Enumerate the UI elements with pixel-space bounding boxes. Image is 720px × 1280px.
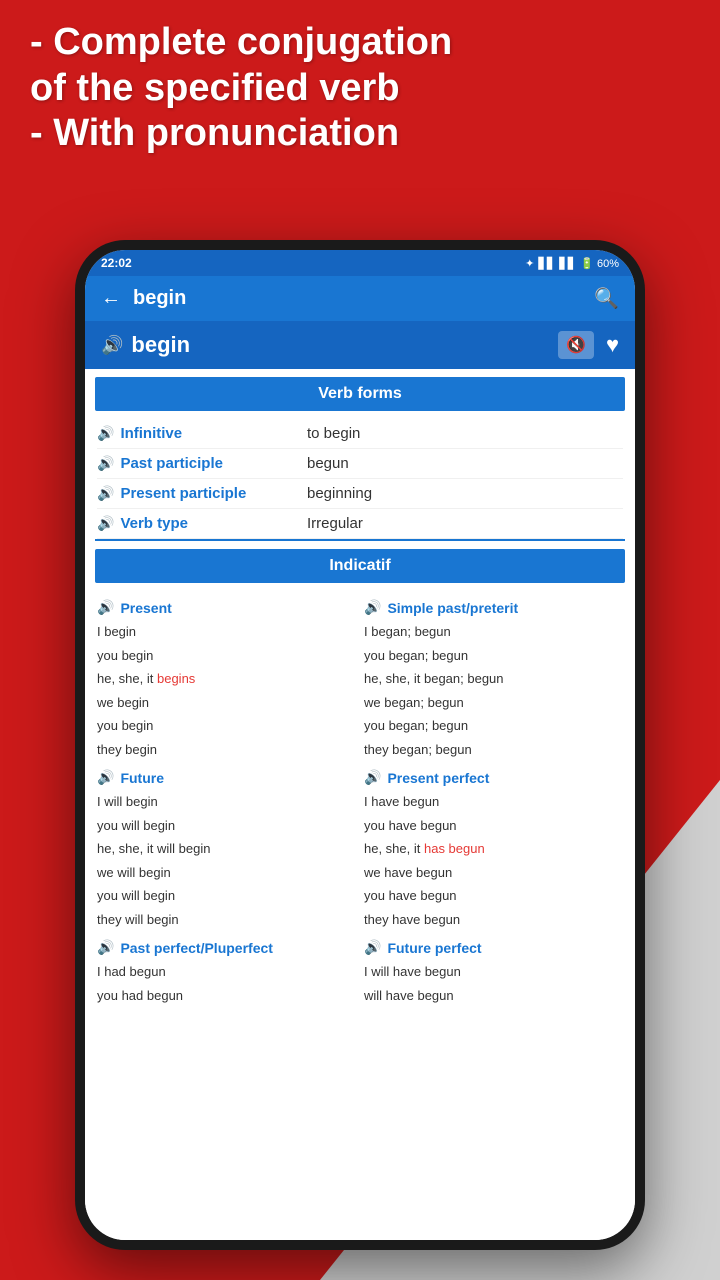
sound-present-icon[interactable]: 🔊 [97, 599, 114, 616]
sound-simplepast-icon[interactable]: 🔊 [364, 599, 381, 616]
verb-type-label: 🔊 Verb type [97, 515, 307, 532]
sound-icon[interactable]: 🔊 [101, 335, 123, 356]
presperf-3s: he, she, it has begun [364, 837, 623, 861]
pastperf-1s: I had begun [97, 960, 356, 984]
simplepast-2p: you began; begun [364, 714, 623, 738]
future-3s: he, she, it will begin [97, 837, 356, 861]
word-actions: 🔇 ♥ [558, 331, 619, 359]
phone-frame: 22:02 ✦ ▋▋ ▋▋ 🔋 60% ← begin 🔍 🔊 begin 🔇 … [75, 240, 645, 1250]
favorite-button[interactable]: ♥ [606, 332, 619, 358]
search-button[interactable]: 🔍 [594, 286, 619, 311]
promo-line2: of the specified verb [30, 66, 690, 112]
status-bar: 22:02 ✦ ▋▋ ▋▋ 🔋 60% [85, 250, 635, 276]
battery-icon: 🔋 60% [580, 257, 619, 270]
present-1p: we begin [97, 691, 356, 715]
presperf-2s: you have begun [364, 814, 623, 838]
presperf-2p: you have begun [364, 884, 623, 908]
future-perfect-col: 🔊 Future perfect I will have begun will … [360, 931, 627, 1007]
present-participle-value: beginning [307, 485, 372, 502]
presperf-1s: I have begun [364, 790, 623, 814]
past-participle-row: 🔊 Past participle begun [97, 449, 623, 479]
signal-icon: ▋▋ [538, 257, 555, 270]
present-col: 🔊 Present I begin you begin he, she, it … [93, 591, 360, 761]
present-3p: they begin [97, 738, 356, 762]
begins-highlight: begins [157, 671, 195, 686]
future-perfect-header: 🔊 Future perfect [364, 931, 623, 960]
future-2s: you will begin [97, 814, 356, 838]
sound-pastperf-icon[interactable]: 🔊 [97, 939, 114, 956]
status-icons: ✦ ▋▋ ▋▋ 🔋 60% [525, 257, 619, 270]
futperf-1s: I will have begun [364, 960, 623, 984]
past-participle-label: 🔊 Past participle [97, 455, 307, 472]
section-divider [95, 539, 625, 541]
sound-infinitive-icon[interactable]: 🔊 [97, 425, 114, 442]
present-2p: you begin [97, 714, 356, 738]
promo-line3: - With pronunciation [30, 111, 690, 157]
future-header: 🔊 Future [97, 761, 356, 790]
sound-futperf-icon[interactable]: 🔊 [364, 939, 381, 956]
present-2s: you begin [97, 644, 356, 668]
infinitive-value: to begin [307, 425, 360, 442]
past-perfect-col: 🔊 Past perfect/Pluperfect I had begun yo… [93, 931, 360, 1007]
pastperf-2s: you had begun [97, 984, 356, 1008]
present-header: 🔊 Present [97, 591, 356, 620]
past-perfect-header: 🔊 Past perfect/Pluperfect [97, 931, 356, 960]
signal2-icon: ▋▋ [559, 257, 576, 270]
mute-button[interactable]: 🔇 [558, 331, 594, 359]
presperf-3p: they have begun [364, 908, 623, 932]
sound-prp-icon[interactable]: 🔊 [97, 485, 114, 502]
future-1p: we will begin [97, 861, 356, 885]
futperf-2s: will have begun [364, 984, 623, 1008]
infinitive-label: 🔊 Infinitive [97, 425, 307, 442]
sound-future-icon[interactable]: 🔊 [97, 769, 114, 786]
word-title: begin [131, 332, 190, 358]
bluetooth-icon: ✦ [525, 257, 534, 270]
simplepast-1s: I began; begun [364, 620, 623, 644]
present-perfect-col: 🔊 Present perfect I have begun you have … [360, 761, 627, 931]
verb-type-value: Irregular [307, 515, 363, 532]
sound-vt-icon[interactable]: 🔊 [97, 515, 114, 532]
content-scroll[interactable]: Verb forms 🔊 Infinitive to begin 🔊 Past … [85, 369, 635, 1240]
promo-header: - Complete conjugation of the specified … [30, 20, 690, 157]
future-col: 🔊 Future I will begin you will begin he,… [93, 761, 360, 931]
future-1s: I will begin [97, 790, 356, 814]
present-3s: he, she, it begins [97, 667, 356, 691]
verb-forms-table: 🔊 Infinitive to begin 🔊 Past participle … [85, 419, 635, 539]
infinitive-row: 🔊 Infinitive to begin [97, 419, 623, 449]
conjugation-grid: 🔊 Present I begin you begin he, she, it … [85, 591, 635, 1007]
simplepast-3s: he, she, it began; begun [364, 667, 623, 691]
back-button[interactable]: ← [101, 287, 121, 310]
past-participle-value: begun [307, 455, 349, 472]
simplepast-1p: we began; begun [364, 691, 623, 715]
present-1s: I begin [97, 620, 356, 644]
simple-past-header: 🔊 Simple past/preterit [364, 591, 623, 620]
status-time: 22:02 [101, 256, 132, 270]
present-participle-label: 🔊 Present participle [97, 485, 307, 502]
has-begun-highlight: has begun [424, 841, 485, 856]
bottom-spacer [85, 1007, 635, 1027]
present-participle-row: 🔊 Present participle beginning [97, 479, 623, 509]
future-3p: they will begin [97, 908, 356, 932]
word-header: 🔊 begin 🔇 ♥ [85, 321, 635, 369]
simplepast-3p: they began; begun [364, 738, 623, 762]
present-perfect-header: 🔊 Present perfect [364, 761, 623, 790]
sound-presperf-icon[interactable]: 🔊 [364, 769, 381, 786]
sound-pp-icon[interactable]: 🔊 [97, 455, 114, 472]
app-bar: ← begin 🔍 [85, 276, 635, 321]
indicatif-header: Indicatif [95, 549, 625, 583]
promo-line1: - Complete conjugation [30, 20, 690, 66]
presperf-1p: we have begun [364, 861, 623, 885]
simple-past-col: 🔊 Simple past/preterit I began; begun yo… [360, 591, 627, 761]
verb-forms-header: Verb forms [95, 377, 625, 411]
future-2p: you will begin [97, 884, 356, 908]
word-with-sound: 🔊 begin [101, 332, 190, 358]
verb-type-row: 🔊 Verb type Irregular [97, 509, 623, 539]
simplepast-2s: you began; begun [364, 644, 623, 668]
app-bar-title: begin [133, 287, 582, 310]
phone-screen: 22:02 ✦ ▋▋ ▋▋ 🔋 60% ← begin 🔍 🔊 begin 🔇 … [85, 250, 635, 1240]
